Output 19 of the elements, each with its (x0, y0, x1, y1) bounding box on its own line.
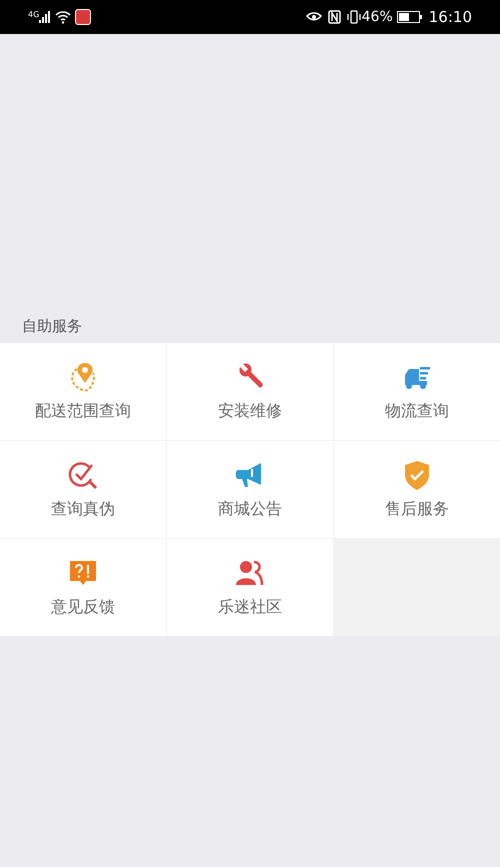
battery-percent: 46% (362, 8, 393, 26)
clock-time: 16:10 (428, 6, 472, 28)
service-tile[interactable]: 配送范围查询 (0, 343, 166, 440)
network-label: 4G (28, 9, 40, 21)
section-title: 自助服务 (21, 316, 83, 337)
service-tile[interactable]: 意见反馈 (0, 539, 166, 636)
service-tile[interactable]: 乐迷社区 (167, 539, 333, 636)
eye-icon (306, 11, 322, 23)
service-tile[interactable]: 售后服务 (334, 441, 500, 538)
service-tile[interactable]: 查询真伪 (0, 441, 166, 538)
service-tile[interactable]: 安装维修 (167, 343, 333, 440)
service-tile[interactable]: 物流查询 (334, 343, 500, 440)
app-notification-icon (75, 9, 92, 25)
battery-icon (396, 11, 423, 23)
nfc-icon (328, 10, 341, 24)
signal-icon (39, 11, 52, 23)
wifi-icon (55, 10, 72, 24)
service-tile[interactable]: 商城公告 (167, 441, 333, 538)
vibrate-icon (346, 10, 361, 24)
